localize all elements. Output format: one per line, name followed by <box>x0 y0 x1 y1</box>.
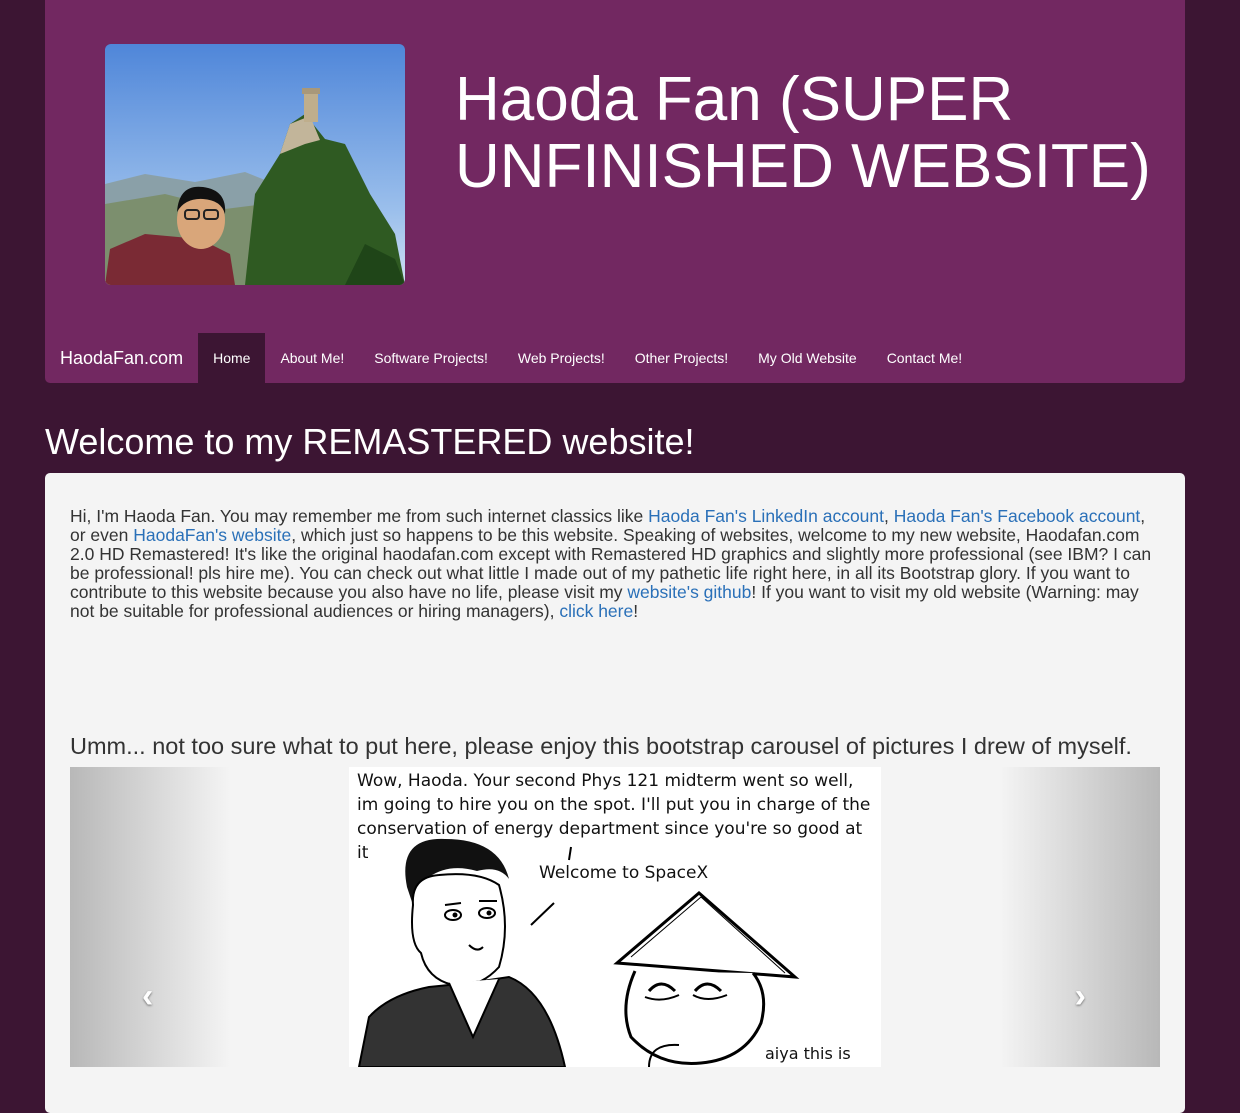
content-panel: Hi, I'm Haoda Fan. You may remember me f… <box>45 473 1185 1113</box>
chevron-left-icon: ‹ <box>142 977 154 1015</box>
comic-drawing <box>357 838 800 1067</box>
nav-item-contact[interactable]: Contact Me! <box>872 333 977 383</box>
intro-text: , <box>884 506 894 526</box>
linkedin-link[interactable]: Haoda Fan's LinkedIn account <box>648 506 884 526</box>
carousel-prev-control[interactable]: ‹ <box>70 767 230 1067</box>
navbar-brand[interactable]: HaodaFan.com <box>45 333 198 383</box>
facebook-link[interactable]: Haoda Fan's Facebook account <box>894 506 1141 526</box>
nav-item-software-projects[interactable]: Software Projects! <box>359 333 503 383</box>
intro-text: Hi, I'm Haoda Fan. You may remember me f… <box>70 506 649 526</box>
profile-photo <box>105 44 405 285</box>
carousel-heading: Umm... not too sure what to put here, pl… <box>70 733 1132 759</box>
nav-item-old-website[interactable]: My Old Website <box>743 333 872 383</box>
github-link[interactable]: website's github <box>627 582 751 602</box>
nav-item-about[interactable]: About Me! <box>265 333 359 383</box>
page-title: Welcome to my REMASTERED website! <box>45 421 695 462</box>
site-title: Haoda Fan (SUPER UNFINISHED WEBSITE) <box>455 65 1151 201</box>
intro-paragraph: Hi, I'm Haoda Fan. You may remember me f… <box>70 507 1165 621</box>
carousel-slide-comic: Wow, Haoda. Your second Phys 121 midterm… <box>349 767 881 1067</box>
carousel-next-control[interactable]: › <box>1000 767 1160 1067</box>
website-link[interactable]: HaodaFan's website <box>133 525 291 545</box>
old-website-link[interactable]: click here <box>559 601 633 621</box>
site-header: Haoda Fan (SUPER UNFINISHED WEBSITE) Hao… <box>45 0 1185 383</box>
nav-item-home[interactable]: Home <box>198 333 266 383</box>
image-carousel: Wow, Haoda. Your second Phys 121 midterm… <box>70 767 1160 1067</box>
chevron-right-icon: › <box>1074 977 1086 1015</box>
nav-item-other-projects[interactable]: Other Projects! <box>620 333 743 383</box>
intro-text: ! <box>633 601 639 621</box>
nav-item-web-projects[interactable]: Web Projects! <box>503 333 620 383</box>
main-navbar: HaodaFan.com Home About Me! Software Pro… <box>45 333 1185 383</box>
